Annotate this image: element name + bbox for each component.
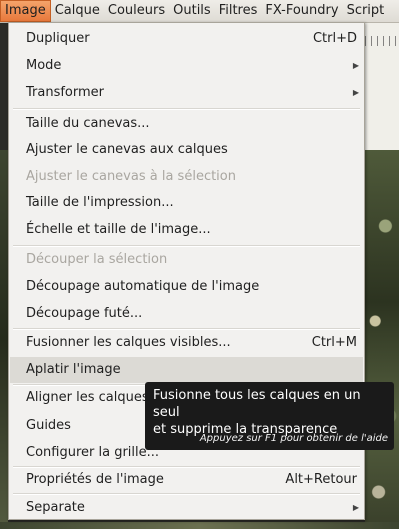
photo-layer-bottom-edge <box>0 522 399 529</box>
chevron-right-icon: ▶ <box>352 88 360 97</box>
menu-item-label: Découpage automatique de l'image <box>26 279 260 294</box>
chevron-right-icon: ▶ <box>352 61 360 70</box>
menu-item-taille-canevas[interactable]: Taille du canevas... <box>10 111 363 137</box>
menu-item-ajuster-selection: Ajuster le canevas à la sélection <box>10 164 363 190</box>
menu-item-label: Aplatir l'image <box>26 362 121 377</box>
menu-item-mode[interactable]: Mode ▶ <box>10 53 363 79</box>
menu-outils[interactable]: Outils <box>169 0 215 22</box>
menu-item-label: Ajuster le canevas à la sélection <box>26 169 236 184</box>
menu-item-label: Ajuster le canevas aux calques <box>26 142 228 157</box>
menu-item-label: Propriétés de l'image <box>26 472 164 487</box>
menu-item-label: Taille du canevas... <box>26 116 150 131</box>
menu-item-label: Fusionner les calques visibles... <box>26 335 231 350</box>
menubar: Image Calque Couleurs Outils Filtres FX-… <box>0 0 399 23</box>
menu-image[interactable]: Image <box>0 0 51 22</box>
menu-item-decoupage-auto[interactable]: Découpage automatique de l'image <box>10 274 363 300</box>
menu-calque[interactable]: Calque <box>51 0 104 22</box>
menu-item-label: Mode <box>26 58 62 73</box>
photo-layer-left-edge <box>0 150 8 529</box>
menu-item-label: Découper la sélection <box>26 252 168 267</box>
menu-item-label: Échelle et taille de l'image... <box>26 222 211 237</box>
menu-item-label: Separate <box>26 500 85 515</box>
menu-couleurs[interactable]: Couleurs <box>104 0 169 22</box>
menu-item-shortcut: Ctrl+D <box>312 31 357 46</box>
menu-item-label: Dupliquer <box>26 31 90 46</box>
menu-item-label: Taille de l'impression... <box>26 195 174 210</box>
menu-item-label: Transformer <box>26 85 105 100</box>
tooltip: Fusionne tous les calques en un seul et … <box>145 382 394 450</box>
menu-fx-foundry[interactable]: FX-Foundry <box>261 0 342 22</box>
menu-item-separate[interactable]: Separate ▶ <box>10 495 363 521</box>
menu-item-dupliquer[interactable]: Dupliquer Ctrl+D <box>10 26 363 52</box>
tooltip-line-1: Fusionne tous les calques en un seul <box>153 388 361 420</box>
menu-item-taille-impression[interactable]: Taille de l'impression... <box>10 190 363 216</box>
menu-item-aplatir[interactable]: Aplatir l'image <box>10 357 363 383</box>
menu-item-echelle[interactable]: Échelle et taille de l'image... <box>10 217 363 243</box>
menu-script[interactable]: Script <box>343 0 389 22</box>
menu-item-proprietes[interactable]: Propriétés de l'image Alt+Retour <box>10 467 363 493</box>
menu-item-decoupage-fute[interactable]: Découpage futé... <box>10 301 363 327</box>
menu-item-fusionner[interactable]: Fusionner les calques visibles... Ctrl+M <box>10 330 363 356</box>
photo-layer <box>365 150 399 529</box>
menu-item-shortcut: Alt+Retour <box>285 472 357 487</box>
tooltip-help-hint: Appuyez sur F1 pour obtenir de l'aide <box>199 433 388 444</box>
chevron-right-icon: ▶ <box>352 503 360 512</box>
menu-item-shortcut: Ctrl+M <box>311 335 357 350</box>
menu-item-decouper-selection: Découper la sélection <box>10 247 363 273</box>
ruler <box>365 36 399 46</box>
menu-filtres[interactable]: Filtres <box>215 0 262 22</box>
menu-item-ajuster-calques[interactable]: Ajuster le canevas aux calques <box>10 137 363 163</box>
menu-item-label: Découpage futé... <box>26 306 143 321</box>
menu-separator <box>13 108 360 110</box>
menu-item-transformer[interactable]: Transformer ▶ <box>10 80 363 106</box>
